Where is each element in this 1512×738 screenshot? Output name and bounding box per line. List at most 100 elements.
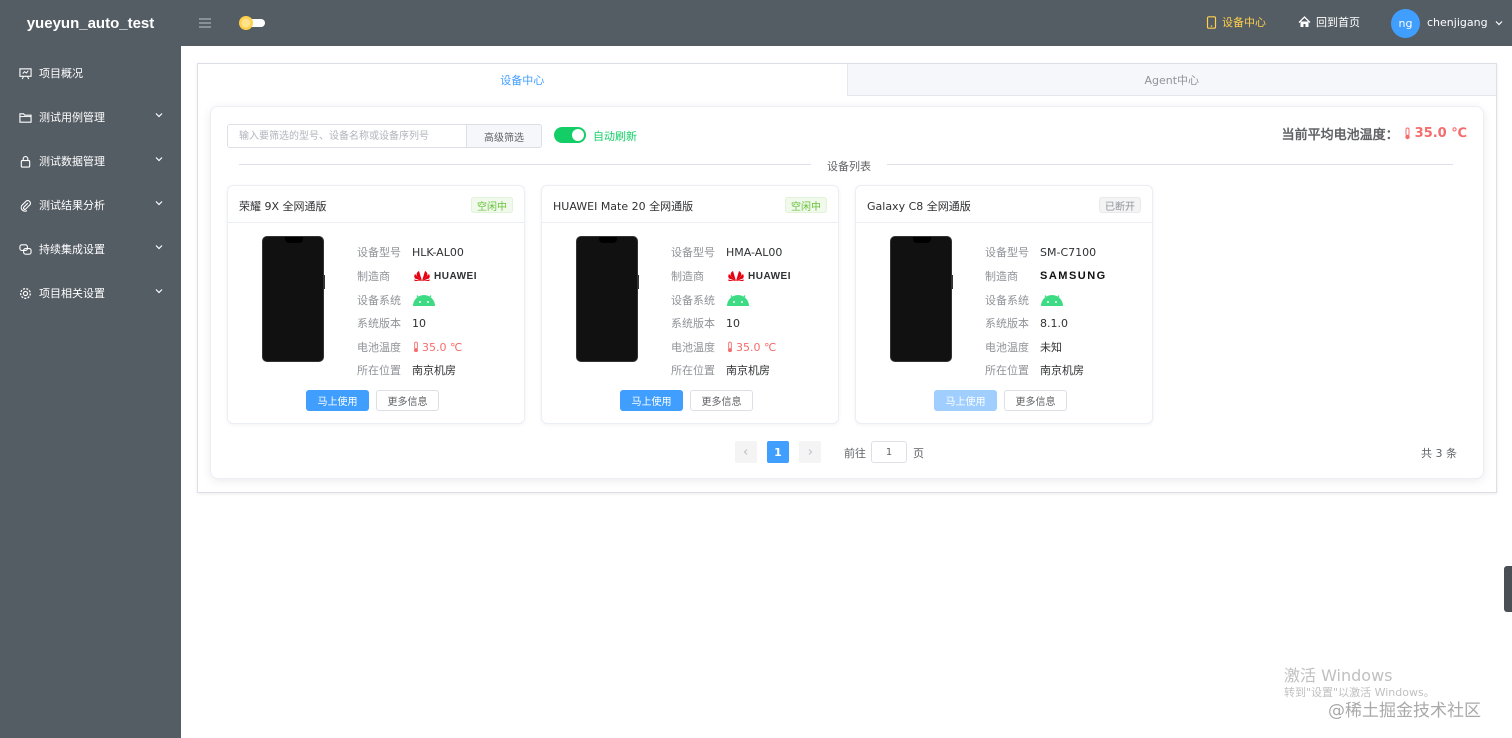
goto-page-input[interactable] — [871, 441, 907, 463]
spec-os: 设备系统 — [357, 292, 436, 308]
tab-agent-center[interactable]: Agent中心 — [846, 64, 1496, 96]
spec-version: 系统版本 10 — [671, 315, 740, 331]
spec-label: 所在位置 — [357, 364, 401, 377]
device-list-container: 高级筛选 自动刷新 当前平均电池温度： 35.0 ℃ 设备列表 荣耀 9X 全网… — [210, 106, 1484, 479]
spec-label: 设备系统 — [985, 294, 1029, 307]
sidebar-item-ci-settings[interactable]: 持续集成设置 — [0, 227, 181, 271]
spec-os-value — [412, 293, 436, 307]
device-list-title: 设备列表 — [811, 158, 887, 174]
sidebar-item-result-analysis[interactable]: 测试结果分析 — [0, 183, 181, 227]
huawei-logo: HUAWEI — [412, 269, 477, 283]
sidebar-item-label: 项目概况 — [39, 67, 83, 80]
sidebar-item-testcase-management[interactable]: 测试用例管理 — [0, 95, 181, 139]
device-search-input[interactable] — [227, 124, 467, 148]
thermometer-icon — [414, 341, 418, 353]
spec-value: SM-C7100 — [1040, 245, 1097, 259]
spec-value: 10 — [412, 316, 426, 330]
chat-icon — [18, 242, 32, 256]
spec-label: 系统版本 — [671, 317, 715, 330]
page-number[interactable]: 1 — [767, 441, 789, 463]
spec-label: 系统版本 — [357, 317, 401, 330]
advanced-filter-button[interactable]: 高级筛选 — [466, 124, 542, 148]
spec-temperature-value-wrap: 35.0 ℃ — [412, 341, 462, 354]
spec-temperature: 电池温度 未知 — [985, 339, 1062, 355]
spec-maker: 制造商 HUAWEI — [357, 268, 477, 284]
status-badge: 已断开 — [1099, 197, 1141, 213]
spec-location: 所在位置 南京机房 — [671, 362, 770, 378]
device-card-header: Galaxy C8 全网通版 已断开 — [856, 186, 1152, 223]
android-icon — [1041, 295, 1063, 306]
pagination: 1 — [735, 441, 821, 463]
spec-os-value — [726, 293, 750, 307]
spec-label: 设备型号 — [671, 246, 715, 259]
header-device-center-label: 设备中心 — [1222, 16, 1266, 29]
header-device-center-link[interactable]: 设备中心 — [1206, 14, 1266, 30]
chart-board-icon — [18, 66, 32, 80]
goto-label: 前往 — [844, 447, 866, 460]
device-card-header: HUAWEI Mate 20 全网通版 空闲中 — [542, 186, 838, 223]
android-icon — [727, 295, 749, 306]
side-feedback-tab[interactable] — [1504, 566, 1512, 612]
spec-label: 电池温度 — [671, 341, 715, 354]
spec-temperature-value-wrap: 35.0 ℃ — [726, 341, 776, 354]
huawei-flower-icon — [728, 271, 744, 281]
spec-value: 南京机房 — [726, 364, 770, 377]
sidebar-item-label: 测试用例管理 — [39, 111, 105, 124]
more-info-button[interactable]: 更多信息 — [690, 390, 753, 411]
spec-label: 所在位置 — [671, 364, 715, 377]
chevron-down-icon — [155, 201, 163, 206]
use-now-button[interactable]: 马上使用 — [306, 390, 369, 411]
theme-toggle-icon[interactable] — [237, 15, 267, 31]
more-info-button[interactable]: 更多信息 — [1004, 390, 1067, 411]
tab-device-center[interactable]: 设备中心 — [198, 64, 847, 96]
spec-os: 设备系统 — [671, 292, 750, 308]
average-temperature: 当前平均电池温度： 35.0 ℃ — [1282, 124, 1467, 143]
huawei-flower-icon — [414, 271, 430, 281]
spec-value: 未知 — [1040, 341, 1062, 354]
use-now-button[interactable]: 马上使用 — [620, 390, 683, 411]
sidebar-item-testdata-management[interactable]: 测试数据管理 — [0, 139, 181, 183]
spec-version: 系统版本 10 — [357, 315, 426, 331]
chevron-left-icon — [743, 449, 748, 455]
spec-label: 制造商 — [671, 270, 704, 283]
average-temperature-value-wrap: 35.0 ℃ — [1403, 126, 1467, 141]
username-label: chenjigang — [1427, 16, 1488, 29]
spec-value: 南京机房 — [1040, 364, 1084, 377]
more-info-button[interactable]: 更多信息 — [376, 390, 439, 411]
chevron-right-icon — [808, 449, 813, 455]
auto-refresh-switch[interactable] — [554, 127, 586, 143]
spec-label: 设备系统 — [671, 294, 715, 307]
site-watermark: @稀土掘金技术社区 — [1328, 701, 1481, 721]
spec-label: 系统版本 — [985, 317, 1029, 330]
hamburger-menu-icon[interactable] — [198, 16, 212, 30]
device-name: 荣耀 9X 全网通版 — [239, 200, 327, 213]
next-page-button[interactable] — [799, 441, 821, 463]
user-dropdown[interactable]: chenjigang — [1427, 16, 1504, 29]
samsung-logo: SAMSUNG — [1040, 270, 1107, 282]
use-now-button[interactable]: 马上使用 — [934, 390, 997, 411]
avatar[interactable]: ng — [1391, 9, 1420, 38]
chevron-down-icon — [155, 113, 163, 118]
spec-label: 设备型号 — [985, 246, 1029, 259]
status-badge: 空闲中 — [471, 197, 513, 213]
header-home-link[interactable]: 回到首页 — [1298, 14, 1360, 30]
sidebar-menu: 项目概况 测试用例管理 测试数据管理 测试结果分析 持续集成设置 项目相关设置 — [0, 51, 181, 315]
chevron-down-icon — [155, 157, 163, 162]
spec-label: 设备型号 — [357, 246, 401, 259]
device-card-header: 荣耀 9X 全网通版 空闲中 — [228, 186, 524, 223]
phone-image — [262, 236, 325, 362]
main-panel: 设备中心 Agent中心 高级筛选 自动刷新 当前平均电池温度： 35.0 ℃ … — [197, 63, 1497, 493]
spec-os-value — [1040, 293, 1064, 307]
windows-activation-title: 激活 Windows — [1284, 666, 1393, 685]
spec-location: 所在位置 南京机房 — [985, 362, 1084, 378]
spec-os: 设备系统 — [985, 292, 1064, 308]
prev-page-button[interactable] — [735, 441, 757, 463]
thermometer-icon — [728, 341, 732, 353]
device-card: Galaxy C8 全网通版 已断开 设备型号 SM-C7100 制造商 SAMS… — [855, 185, 1153, 424]
mobile-phone-icon — [1206, 15, 1217, 29]
spec-temperature: 电池温度 35.0 ℃ — [671, 339, 776, 355]
sidebar-item-project-overview[interactable]: 项目概况 — [0, 51, 181, 95]
spec-maker: 制造商 SAMSUNG — [985, 268, 1107, 284]
sidebar-item-project-settings[interactable]: 项目相关设置 — [0, 271, 181, 315]
sidebar-item-label: 项目相关设置 — [39, 287, 105, 300]
